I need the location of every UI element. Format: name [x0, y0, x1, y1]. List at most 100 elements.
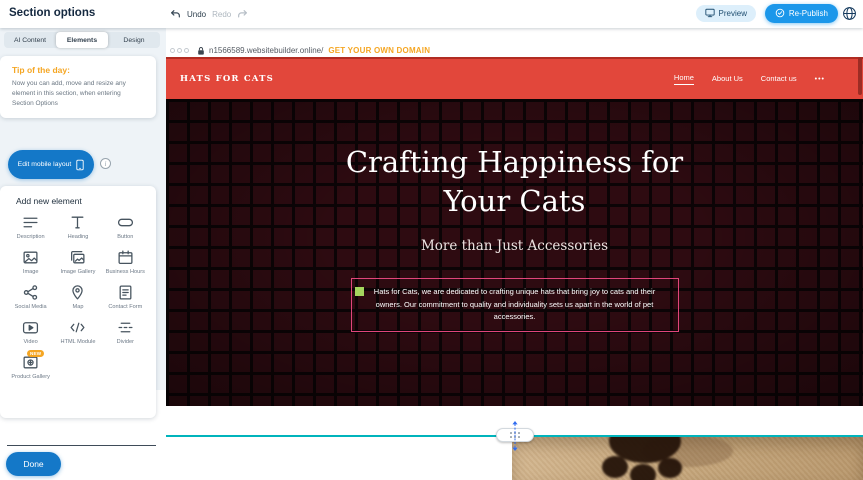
sidebar: AI ContentElementsDesign Tip of the day:… [0, 28, 166, 480]
add-element-label: Map [73, 304, 84, 311]
tip-body: Now you can add, move and resize any ele… [12, 79, 144, 108]
lock-icon [197, 46, 205, 56]
edit-mobile-layout-label: Edit mobile layout [18, 161, 72, 168]
add-element-contact-form[interactable]: Contact Form [103, 284, 148, 311]
image-icon [22, 249, 39, 266]
hero-paragraph-selected[interactable]: Hats for Cats, we are dedicated to craft… [351, 278, 679, 332]
page-title: Section options [9, 7, 95, 19]
nav-more-icon[interactable]: ••• [815, 76, 825, 83]
monitor-icon [705, 8, 715, 20]
preview-label: Preview [719, 9, 747, 18]
nav-home[interactable]: Home [674, 73, 694, 85]
drag-dots-icon [509, 432, 521, 439]
site-nav: Home About Us Contact us ••• [674, 73, 849, 85]
hero-content: Crafting Happiness for Your Cats More th… [166, 99, 863, 332]
hero-paragraph-text: Hats for Cats, we are dedicated to craft… [374, 287, 655, 321]
edit-mobile-layout-button[interactable]: Edit mobile layout [8, 150, 94, 179]
add-element-label: Heading [68, 234, 89, 241]
redo-button[interactable]: Redo [212, 10, 231, 19]
website-preview-stage: n1566589.websitebuilder.online/ GET YOUR… [166, 28, 863, 480]
republish-label: Re-Publish [789, 9, 828, 18]
tab-elements[interactable]: Elements [56, 32, 108, 48]
browser-bar: n1566589.websitebuilder.online/ GET YOUR… [166, 44, 863, 57]
description-icon [22, 214, 39, 231]
get-your-own-domain-link[interactable]: GET YOUR OWN DOMAIN [328, 46, 430, 55]
add-element-label: Video [24, 339, 38, 346]
nav-about-us[interactable]: About Us [712, 74, 743, 85]
contact-form-icon [117, 284, 134, 301]
social-media-icon [22, 284, 39, 301]
tip-title: Tip of the day: [12, 65, 144, 75]
add-element-map[interactable]: Map [55, 284, 100, 311]
preview-button[interactable]: Preview [696, 5, 756, 22]
add-element-label: Social Media [15, 304, 47, 311]
heading-icon [69, 214, 86, 231]
add-element-label: Business Hours [106, 269, 145, 276]
cat-paw-carpet-image[interactable] [512, 437, 863, 480]
nav-contact-us[interactable]: Contact us [761, 74, 797, 85]
sidebar-tabs: AI ContentElementsDesign [4, 32, 160, 48]
new-badge: NEW [27, 350, 44, 357]
browser-dot-icon [184, 48, 189, 53]
tab-ai-content[interactable]: AI Content [4, 32, 56, 48]
browser-dot-icon [177, 48, 182, 53]
phone-icon [76, 159, 84, 171]
add-element-label: Image Gallery [61, 269, 96, 276]
site-url: n1566589.websitebuilder.online/ [209, 46, 323, 55]
add-element-image-gallery[interactable]: Image Gallery [55, 249, 100, 276]
hero-title-line1: Crafting Happiness for [166, 143, 863, 182]
browser-dot-icon [170, 48, 175, 53]
button-icon [117, 214, 134, 231]
topbar: Section options Undo Redo Preview Re-Pub… [0, 0, 863, 28]
app-window: Section options Undo Redo Preview Re-Pub… [0, 0, 863, 480]
divider-icon [117, 319, 134, 336]
hero-title-line2: Your Cats [166, 182, 863, 221]
sidebar-divider [7, 445, 156, 446]
scrollbar-thumb[interactable] [858, 57, 862, 95]
add-element-description[interactable]: Description [8, 214, 53, 241]
add-new-element-panel: Add new element Description Heading Button… [0, 186, 156, 418]
html-module-icon [69, 319, 86, 336]
redo-icon[interactable] [237, 9, 248, 20]
video-icon [22, 319, 39, 336]
done-button[interactable]: Done [6, 452, 61, 476]
add-panel-title: Add new element [16, 196, 148, 206]
undo-redo-group: Undo Redo [170, 0, 248, 28]
hero-title[interactable]: Crafting Happiness for Your Cats [166, 143, 863, 221]
hero-section[interactable]: Crafting Happiness for Your Cats More th… [166, 99, 863, 406]
add-element-divider[interactable]: Divider [103, 319, 148, 346]
globe-icon[interactable] [842, 6, 857, 21]
tab-design[interactable]: Design [108, 32, 160, 48]
selection-handle[interactable] [355, 287, 364, 296]
add-element-video[interactable]: Video [8, 319, 53, 346]
add-element-label: Divider [117, 339, 134, 346]
add-element-label: Contact Form [108, 304, 142, 311]
add-element-heading[interactable]: Heading [55, 214, 100, 241]
add-element-product-gallery[interactable]: NEWProduct Gallery [8, 354, 53, 381]
image-gallery-icon [69, 249, 86, 266]
add-element-business-hours[interactable]: Business Hours [103, 249, 148, 276]
business-hours-icon [117, 249, 134, 266]
add-element-html-module[interactable]: HTML Module [55, 319, 100, 346]
add-element-label: Description [17, 234, 45, 241]
check-circle-icon [775, 8, 785, 20]
republish-button[interactable]: Re-Publish [765, 4, 838, 23]
add-element-label: HTML Module [61, 339, 96, 346]
map-icon [69, 284, 86, 301]
add-element-social-media[interactable]: Social Media [8, 284, 53, 311]
undo-button[interactable]: Undo [187, 10, 206, 19]
tip-of-the-day-card: Tip of the day: Now you can add, move an… [0, 56, 156, 118]
site-header[interactable]: HATS FOR CATS Home About Us Contact us ••• [166, 57, 863, 99]
hero-subtitle[interactable]: More than Just Accessories [166, 238, 863, 254]
add-element-label: Product Gallery [11, 374, 50, 381]
add-element-button[interactable]: Button [103, 214, 148, 241]
undo-icon[interactable] [170, 9, 181, 20]
section-resize-handle[interactable] [496, 428, 534, 442]
add-element-image[interactable]: Image [8, 249, 53, 276]
cat-paw-illustration [567, 437, 737, 480]
add-element-label: Image [23, 269, 39, 276]
add-element-label: Button [117, 234, 133, 241]
info-icon[interactable]: i [100, 158, 111, 169]
site-canvas: HATS FOR CATS HomeAbout UsContact us••• … [166, 57, 863, 480]
site-logo[interactable]: HATS FOR CATS [180, 74, 274, 84]
